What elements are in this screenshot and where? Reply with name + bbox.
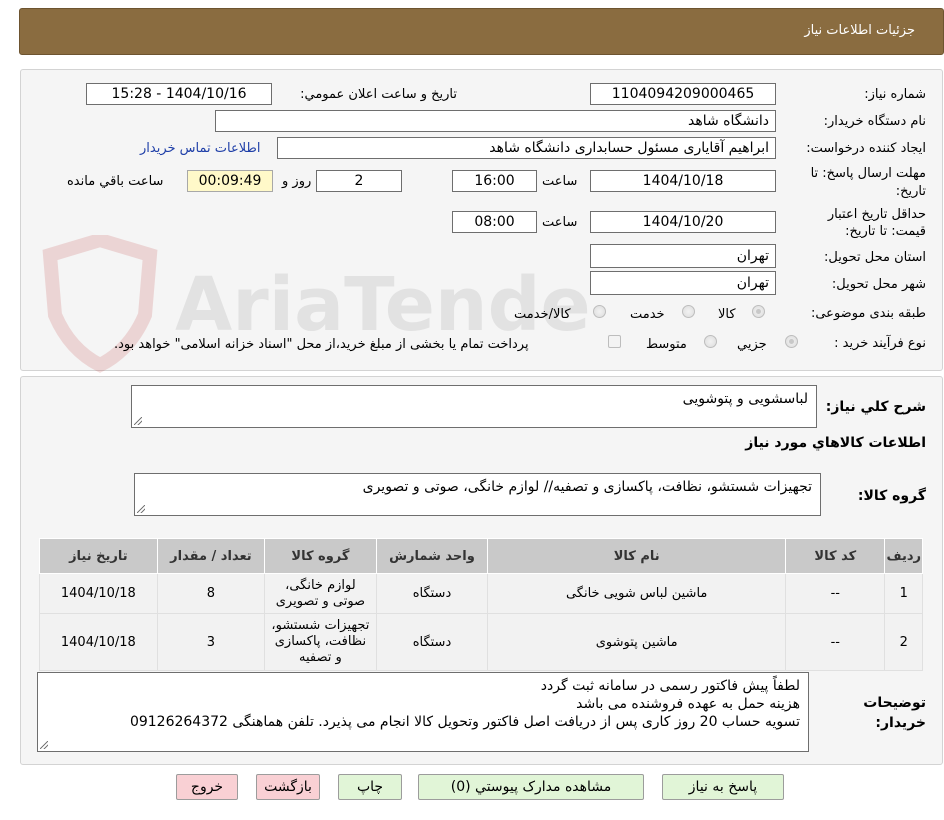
buyer-notes-label: توضیحات خریدار: (863, 695, 926, 731)
view-attachments-button[interactable]: مشاهده مدارک پیوستي (0) (418, 774, 644, 800)
validity-date-field: 1404/10/20 (590, 211, 776, 233)
category-goods-radio[interactable] (752, 305, 765, 318)
buyer-note-line-1: لطفاً پیش فاکتور رسمی در سامانه ثبت گردد (540, 678, 800, 694)
need-number-label: شماره نیاز: (864, 87, 926, 102)
process-minor-label: جزیي (737, 337, 767, 352)
need-summary-field: لباسشویی و پتوشویی (131, 385, 817, 428)
city-field: تهران (590, 271, 776, 295)
col-need-date: تاریخ نیاز (39, 538, 158, 574)
validity-time-field: 08:00 (452, 211, 537, 233)
cell-goods-group: تجهیزات شستشو، نظافت، پاکسازی و تصفیه (264, 613, 377, 671)
province-field: تهران (590, 244, 776, 268)
cell-goods-name: ماشین لباس شویی خانگی (487, 573, 787, 614)
reply-time-field: 16:00 (452, 170, 537, 192)
buyer-org-label: نام دستگاه خریدار: (823, 114, 926, 129)
reply-time-label: ساعت (542, 174, 578, 189)
category-goods-service-radio[interactable] (593, 305, 606, 318)
process-medium-radio[interactable] (704, 335, 717, 348)
cell-unit: دستگاه (375, 613, 489, 671)
process-type-label: نوع فرآیند خرید : (834, 336, 926, 351)
exit-button[interactable]: خروج (176, 774, 238, 800)
table-row: 2 -- ماشین پتوشوی دستگاه تجهیزات شستشو، … (39, 613, 923, 671)
cell-quantity: 3 (156, 613, 266, 671)
days-label: روز و (282, 174, 312, 189)
process-minor-radio[interactable] (785, 335, 798, 348)
goods-info-heading: اطلاعات کالاهاي مورد نیاز (745, 435, 926, 451)
city-label: شهر محل تحویل: (831, 277, 926, 292)
treasury-payment-checkbox[interactable] (608, 335, 621, 348)
cell-goods-group: لوازم خانگی، صوتی و تصویری (264, 573, 377, 614)
buyer-org-field: دانشگاه شاهد (215, 110, 776, 132)
cell-quantity: 8 (156, 573, 266, 614)
cell-need-date: 1404/10/18 (39, 573, 158, 614)
goods-group-text: تجهیزات شستشو، نظافت، پاکسازی و تصفیه// … (362, 479, 812, 495)
category-goods-label: کالا (718, 307, 736, 322)
col-unit: واحد شمارش (375, 538, 489, 574)
cell-row-number: 2 (884, 613, 923, 671)
resize-grip-icon[interactable] (137, 505, 145, 513)
goods-group-label: گروه کالا: (857, 488, 926, 504)
need-summary-text: لباسشویی و پتوشویی (682, 391, 808, 407)
category-service-label: خدمت (630, 307, 665, 322)
reply-to-need-button[interactable]: پاسخ به نیاز (662, 774, 784, 800)
cell-goods-name: ماشین پتوشوی (487, 613, 787, 671)
col-row-number: ردیف (884, 538, 923, 574)
cell-goods-code: -- (785, 613, 886, 671)
category-label: طبقه بندی موضوعی: (810, 306, 926, 321)
requester-label: ایجاد کننده درخواست: (806, 141, 926, 156)
page-title: جزئیات اطلاعات نیاز (804, 23, 915, 38)
col-goods-name: نام کالا (487, 538, 787, 574)
need-number-field: 1104094209000465 (590, 83, 776, 105)
category-goods-service-label: کالا/خدمت (514, 307, 571, 322)
requester-field: ابراهیم آقایاری مسئول حسابداری دانشگاه ش… (277, 137, 776, 159)
buyer-note-line-2: هزینه حمل به عهده فروشنده می باشد (576, 696, 800, 712)
col-goods-group: گروه کالا (264, 538, 377, 574)
treasury-payment-note: پرداخت تمام یا بخشی از مبلغ خرید،از محل … (114, 337, 529, 352)
col-quantity: تعداد / مقدار (156, 538, 266, 574)
buyer-notes-field: لطفاً پیش فاکتور رسمی در سامانه ثبت گردد… (37, 672, 809, 752)
table-row: 1 -- ماشین لباس شویی خانگی دستگاه لوازم … (39, 573, 923, 614)
remaining-days-field: 2 (316, 170, 402, 192)
process-medium-label: متوسط (646, 337, 687, 352)
table-header-row: ردیف کد کالا نام کالا واحد شمارش گروه کا… (39, 538, 923, 574)
category-service-radio[interactable] (682, 305, 695, 318)
buyer-note-line-3: تسویه حساب 20 روز کاری پس از دریافت اصل … (129, 714, 800, 730)
announce-date-field: 1404/10/16 - 15:28 (86, 83, 272, 105)
validity-time-label: ساعت (542, 215, 578, 230)
col-goods-code: کد کالا (785, 538, 886, 574)
remaining-time-field: 00:09:49 (187, 170, 273, 192)
buyer-contact-link[interactable]: اطلاعات تماس خریدار (140, 141, 260, 156)
cell-goods-code: -- (785, 573, 886, 614)
announce-date-label: تاریخ و ساعت اعلان عمومي: (300, 87, 457, 102)
resize-grip-icon[interactable] (134, 417, 142, 425)
page-header: جزئیات اطلاعات نیاز (19, 8, 944, 55)
cell-unit: دستگاه (375, 573, 489, 614)
remaining-time-label: ساعت باقي مانده (67, 174, 164, 189)
reply-deadline-label: مهلت ارسال پاسخ: تا تاریخ: (810, 166, 926, 199)
price-validity-label: حداقل تاریخ اعتبار قیمت: تا تاریخ: (827, 207, 926, 239)
goods-group-field: تجهیزات شستشو، نظافت، پاکسازی و تصفیه// … (134, 473, 821, 516)
need-summary-label: شرح کلي نیاز: (825, 399, 926, 415)
cell-row-number: 1 (884, 573, 923, 614)
print-button[interactable]: چاپ (338, 774, 402, 800)
back-button[interactable]: بازگشت (256, 774, 320, 800)
province-label: استان محل تحویل: (824, 250, 926, 265)
reply-date-field: 1404/10/18 (590, 170, 776, 192)
cell-need-date: 1404/10/18 (39, 613, 158, 671)
goods-table: ردیف کد کالا نام کالا واحد شمارش گروه کا… (39, 538, 923, 671)
resize-grip-icon[interactable] (40, 741, 48, 749)
